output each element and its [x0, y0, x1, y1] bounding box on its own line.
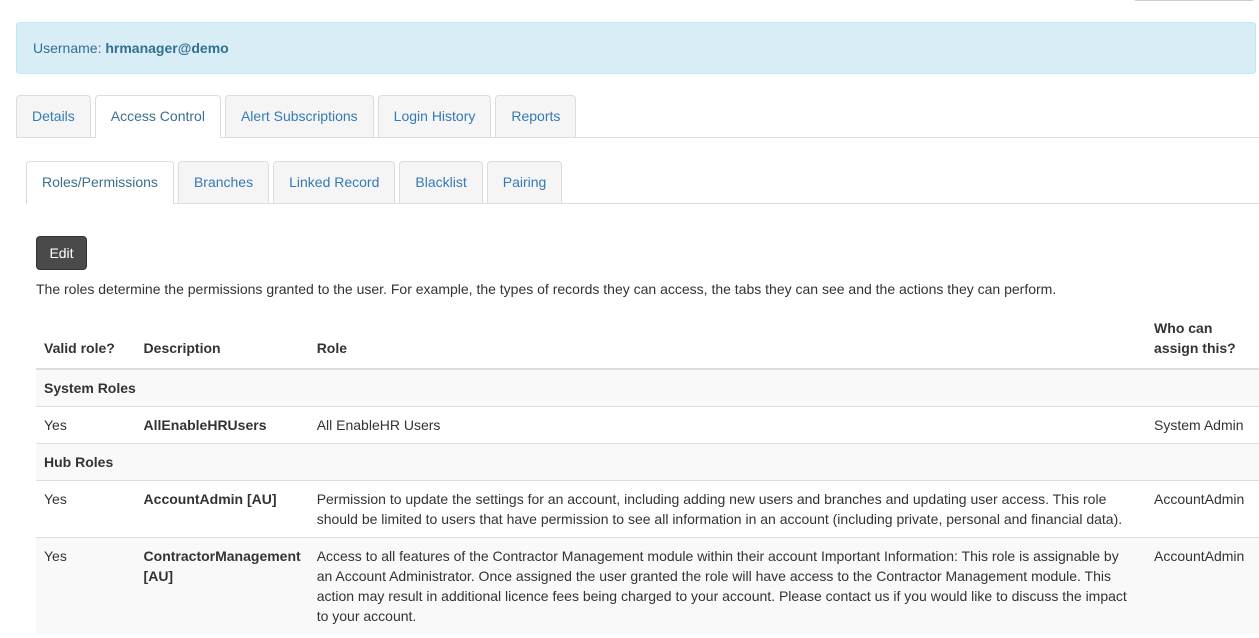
roles-table: Valid role? Description Role Who can ass… — [36, 312, 1259, 634]
table-row: Yes AccountAdmin [AU] Permission to upda… — [36, 480, 1259, 538]
description-cell: AllEnableHRUsers — [135, 406, 309, 444]
roles-intro-text: The roles determine the permissions gran… — [36, 281, 1057, 297]
who-cell: AccountAdmin — [1146, 537, 1259, 634]
who-cell: AccountAdmin — [1146, 480, 1259, 538]
tab-reports[interactable]: Reports — [495, 95, 577, 137]
tab-branches[interactable]: Branches — [177, 161, 270, 203]
valid-cell: Yes — [36, 406, 136, 444]
group-title: Hub Roles — [36, 443, 1259, 481]
tab-alert-subscriptions[interactable]: Alert Subscriptions — [224, 95, 374, 137]
valid-cell: Yes — [36, 537, 136, 634]
tab-roles-permissions[interactable]: Roles/Permissions — [26, 161, 174, 204]
username-panel: Username: hrmanager@demo — [16, 22, 1256, 74]
tab-access-control[interactable]: Access Control — [94, 95, 221, 138]
col-header-who-line2: assign this? — [1154, 340, 1236, 356]
edit-button[interactable]: Edit — [36, 236, 87, 270]
who-cell: System Admin — [1146, 406, 1259, 444]
tab-linked-record[interactable]: Linked Record — [273, 161, 396, 203]
tab-pairing[interactable]: Pairing — [486, 161, 563, 203]
username-label: Username: — [33, 40, 102, 56]
tab-login-history[interactable]: Login History — [377, 95, 492, 137]
group-row-hub-roles: Hub Roles — [36, 443, 1259, 481]
col-header-description: Description — [135, 312, 309, 370]
top-right-control[interactable] — [1133, 0, 1255, 1]
col-header-role: Role — [308, 312, 1147, 370]
role-cell: All EnableHR Users — [308, 406, 1147, 444]
group-title: System Roles — [36, 368, 1259, 407]
description-cell: AccountAdmin [AU] — [135, 480, 309, 538]
table-row: Yes AllEnableHRUsers All EnableHR Users … — [36, 406, 1259, 444]
description-cell: ContractorManagement [AU] — [135, 537, 309, 634]
group-row-system-roles: System Roles — [36, 368, 1259, 407]
table-row: Yes ContractorManagement [AU] Access to … — [36, 537, 1259, 634]
tab-details[interactable]: Details — [16, 95, 91, 137]
tab-blacklist[interactable]: Blacklist — [399, 161, 483, 203]
table-header-row: Valid role? Description Role Who can ass… — [36, 312, 1259, 370]
secondary-tabs: Roles/Permissions Branches Linked Record… — [26, 161, 1259, 204]
username-value: hrmanager@demo — [105, 40, 229, 56]
col-header-valid: Valid role? — [36, 312, 136, 370]
primary-tabs: Details Access Control Alert Subscriptio… — [16, 95, 1259, 138]
role-cell: Access to all features of the Contractor… — [308, 537, 1147, 634]
role-cell: Permission to update the settings for an… — [308, 480, 1147, 538]
col-header-who-can-assign: Who can assign this? — [1146, 312, 1259, 370]
col-header-who-line1: Who can — [1154, 320, 1213, 336]
valid-cell: Yes — [36, 480, 136, 538]
